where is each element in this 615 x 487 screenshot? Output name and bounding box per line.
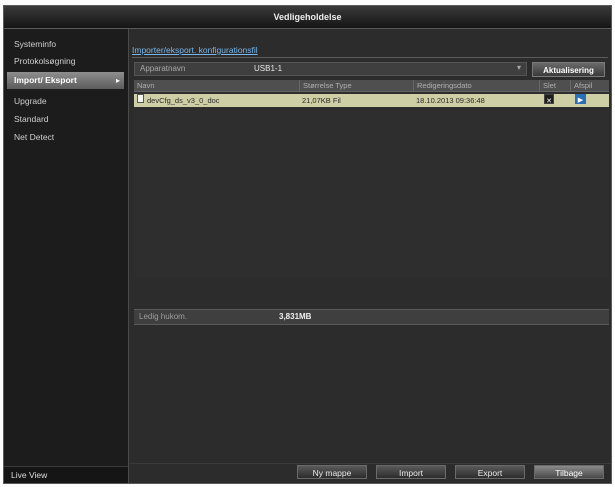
file-size-type: 21,07KB Fil — [302, 96, 341, 105]
file-table-header: Navn Størrelse Type Redigeringsdato Slet… — [134, 80, 609, 92]
sidebar: Systeminfo Protokolsøgning Import/ Ekspo… — [4, 29, 129, 483]
free-space-row: Ledig hukom. 3,831MB — [134, 309, 609, 325]
column-header-delete: Slet — [539, 80, 556, 91]
device-value: USB1-1 — [254, 64, 283, 73]
sidebar-item-default[interactable]: Standard — [7, 111, 124, 128]
sidebar-item-label: Net Detect — [14, 132, 55, 142]
window-title: Vedligeholdelse — [4, 6, 611, 29]
sidebar-item-label: Standard — [14, 114, 49, 124]
refresh-button[interactable]: Aktualisering — [532, 62, 605, 77]
back-button[interactable]: Tilbage — [534, 465, 604, 479]
sidebar-item-systeminfo[interactable]: Systeminfo — [7, 36, 124, 53]
file-date: 18.10.2013 09:36:48 — [416, 96, 485, 105]
tab-divider — [132, 57, 608, 58]
sidebar-item-label: Upgrade — [14, 96, 47, 106]
new-folder-button[interactable]: Ny mappe — [297, 465, 367, 479]
file-name: devCfg_ds_v3_0_doc — [147, 96, 220, 105]
main-content: Importer/eksport. konfigurationsfil Appa… — [129, 29, 611, 483]
device-label: Apparatnavn — [140, 64, 186, 73]
sidebar-item-label: Systeminfo — [14, 39, 57, 49]
button-bar-divider — [129, 463, 611, 464]
device-select[interactable]: Apparatnavn USB1-1 ▾ — [134, 62, 527, 76]
play-icon[interactable]: ▶ — [575, 94, 586, 104]
column-header-play: Afspil — [570, 80, 592, 91]
column-header-size-type[interactable]: Størrelse Type — [299, 80, 352, 91]
import-button[interactable]: Import — [376, 465, 446, 479]
sidebar-item-log-search[interactable]: Protokolsøgning — [7, 53, 124, 70]
export-button[interactable]: Export — [455, 465, 525, 479]
live-view-button[interactable]: Live View — [4, 466, 128, 483]
sidebar-item-label: Import/ Eksport — [14, 75, 77, 85]
table-row[interactable]: devCfg_ds_v3_0_doc 21,07KB Fil 18.10.201… — [134, 94, 609, 107]
file-icon — [137, 94, 144, 103]
sidebar-item-net-detect[interactable]: Net Detect — [7, 129, 124, 146]
tab-config-file[interactable]: Importer/eksport. konfigurationsfil — [132, 45, 258, 55]
maintenance-window: Vedligeholdelse Systeminfo Protokolsøgni… — [3, 5, 612, 484]
column-header-name[interactable]: Navn — [134, 80, 155, 91]
delete-icon[interactable]: ✕ — [544, 94, 554, 105]
sidebar-item-label: Protokolsøgning — [14, 56, 76, 66]
sidebar-item-upgrade[interactable]: Upgrade — [7, 93, 124, 110]
sidebar-item-import-export[interactable]: Import/ Eksport — [7, 72, 124, 89]
file-table-body: devCfg_ds_v3_0_doc 21,07KB Fil 18.10.201… — [134, 92, 609, 278]
free-space-label: Ledig hukom. — [139, 312, 188, 321]
free-space-value: 3,831MB — [279, 312, 312, 321]
chevron-down-icon: ▾ — [516, 63, 521, 72]
column-header-date[interactable]: Redigeringsdato — [413, 80, 472, 91]
